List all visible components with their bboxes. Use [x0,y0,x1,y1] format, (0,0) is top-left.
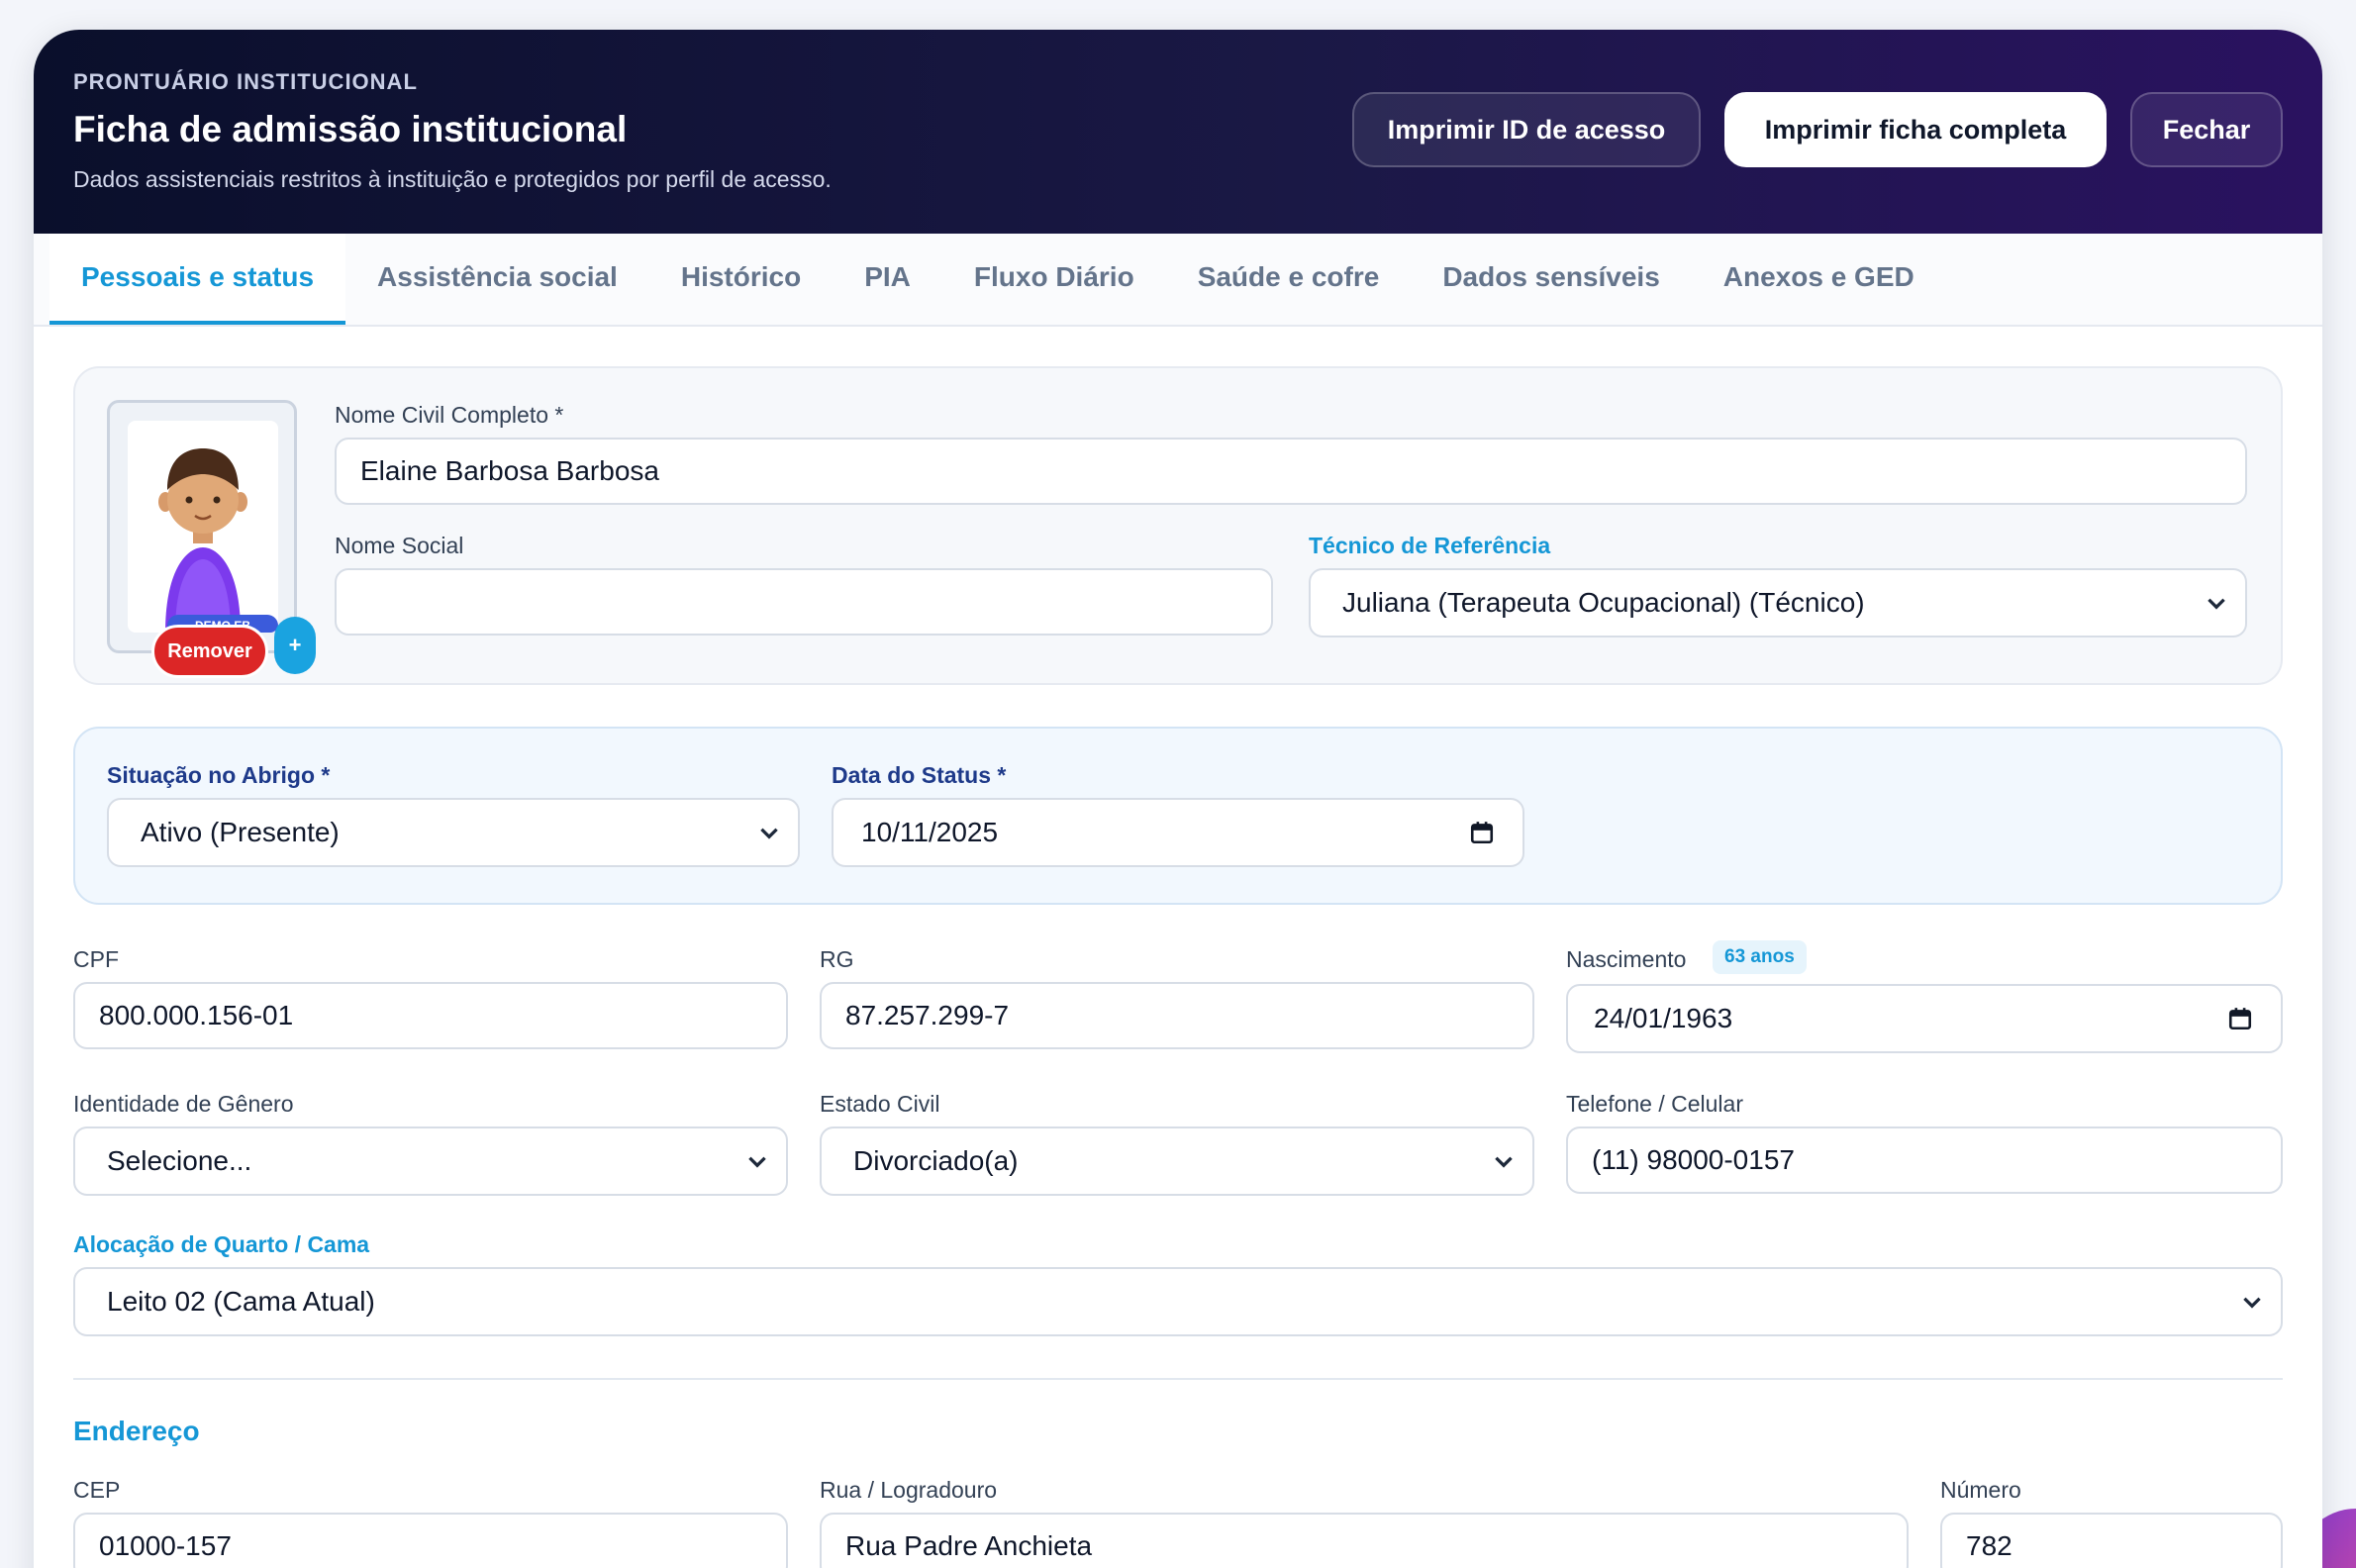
cpf-value: 800.000.156-01 [99,1000,294,1030]
chevron-down-icon [2208,598,2225,610]
cep-value: 01000-157 [99,1530,232,1561]
section-divider [73,1378,2283,1380]
social-name-field[interactable] [335,568,1273,636]
header-actions: Imprimir ID de acesso Imprimir ficha com… [1352,92,2283,167]
address-section-title: Endereço [73,1416,200,1446]
reference-tech-value: Juliana (Terapeuta Ocupacional) (Técnico… [1342,587,1865,618]
add-photo-button[interactable]: + [274,617,316,674]
situation-value: Ativo (Presente) [141,817,340,847]
full-name-label: Nome Civil Completo * [335,402,564,428]
close-button[interactable]: Fechar [2130,92,2283,167]
identity-card: DEMO EB Remover + Nome Civil Completo * … [73,366,2283,685]
rg-value: 87.257.299-7 [845,1000,1010,1030]
birth-date-value: 24/01/1963 [1594,1003,1733,1033]
phone-field[interactable]: (11) 98000-0157 [1566,1127,2283,1194]
rg-label: RG [820,946,854,972]
remove-photo-button[interactable]: Remover [151,625,268,678]
reference-tech-label: Técnico de Referência [1309,533,1551,558]
status-date-value: 10/11/2025 [861,817,999,847]
number-field[interactable]: 782 [1940,1513,2283,1568]
tab-social-assistance[interactable]: Assistência social [345,234,649,325]
cep-label: CEP [73,1477,121,1503]
gender-label: Identidade de Gênero [73,1091,294,1117]
avatar: DEMO EB [128,421,278,633]
situation-select[interactable]: Ativo (Presente) [107,798,800,867]
social-name-label: Nome Social [335,533,464,558]
gender-select[interactable]: Selecione... [73,1127,788,1196]
status-card: Situação no Abrigo * Ativo (Presente) Da… [73,727,2283,905]
birth-date-field[interactable]: 24/01/1963 [1566,984,2283,1053]
admission-modal: PRONTUÁRIO INSTITUCIONAL Ficha de admiss… [34,30,2322,1568]
full-name-field[interactable]: Elaine Barbosa Barbosa [335,438,2247,505]
photo-frame: DEMO EB Remover + [107,400,316,678]
number-value: 782 [1966,1530,2012,1561]
status-date-field[interactable]: 10/11/2025 [832,798,1524,867]
print-id-button[interactable]: Imprimir ID de acesso [1352,92,1701,167]
tab-attachments[interactable]: Anexos e GED [1692,234,1946,325]
tab-daily-flow[interactable]: Fluxo Diário [942,234,1166,325]
header-subtitle: Dados assistenciais restritos à institui… [73,166,832,192]
birth-label: Nascimento [1566,946,1687,972]
reference-tech-select[interactable]: Juliana (Terapeuta Ocupacional) (Técnico… [1309,568,2247,637]
marital-select[interactable]: Divorciado(a) [820,1127,1534,1196]
cep-field[interactable]: 01000-157 [73,1513,788,1568]
chevron-down-icon [1495,1156,1513,1168]
tab-pia[interactable]: PIA [833,234,942,325]
status-date-label: Data do Status * [832,762,1007,788]
tab-sensitive-data[interactable]: Dados sensíveis [1411,234,1691,325]
chevron-down-icon [2243,1297,2261,1309]
calendar-icon[interactable] [2227,1006,2253,1031]
chevron-down-icon [760,828,778,839]
tab-personal-status[interactable]: Pessoais e status [49,234,346,325]
print-full-button[interactable]: Imprimir ficha completa [1724,92,2107,167]
cpf-label: CPF [73,946,119,972]
marital-label: Estado Civil [820,1091,940,1117]
phone-value: (11) 98000-0157 [1592,1144,1795,1175]
number-label: Número [1940,1477,2021,1503]
age-badge: 63 anos [1713,940,1807,974]
room-label: Alocação de Quarto / Cama [73,1231,370,1257]
chevron-down-icon [748,1156,766,1168]
modal-header: PRONTUÁRIO INSTITUCIONAL Ficha de admiss… [34,30,2322,234]
street-label: Rua / Logradouro [820,1477,998,1503]
situation-label: Situação no Abrigo * [107,762,331,788]
form-content: DEMO EB Remover + Nome Civil Completo * … [34,327,2322,1568]
tab-health-safe[interactable]: Saúde e cofre [1166,234,1412,325]
room-value: Leito 02 (Cama Atual) [107,1286,375,1317]
rg-field[interactable]: 87.257.299-7 [820,982,1534,1049]
cpf-field[interactable]: 800.000.156-01 [73,982,788,1049]
gender-value: Selecione... [107,1145,252,1176]
street-field[interactable]: Rua Padre Anchieta [820,1513,1909,1568]
tab-history[interactable]: Histórico [649,234,833,325]
phone-label: Telefone / Celular [1566,1091,1743,1117]
marital-value: Divorciado(a) [853,1145,1019,1176]
calendar-icon[interactable] [1469,820,1495,845]
tab-bar: Pessoais e status Assistência social His… [34,234,2322,327]
full-name-value: Elaine Barbosa Barbosa [360,455,659,486]
avatar-illustration [128,421,278,633]
room-select[interactable]: Leito 02 (Cama Atual) [73,1267,2283,1336]
street-value: Rua Padre Anchieta [845,1530,1093,1561]
